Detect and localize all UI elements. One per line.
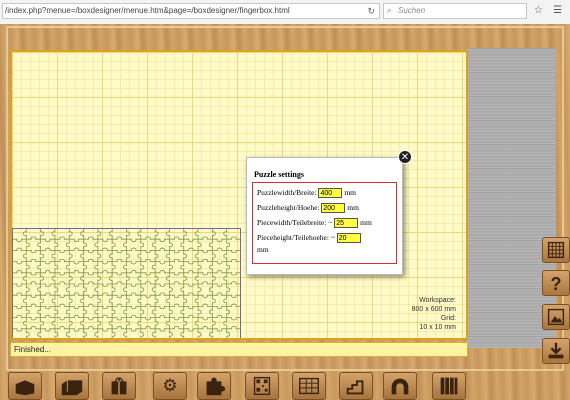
- status-bar: Finished...: [10, 342, 468, 357]
- gift-box-icon: [111, 377, 127, 395]
- arch-button[interactable]: [383, 372, 417, 400]
- puzzle-width-row: Puzzlewidth/Breite: 400 mm: [257, 187, 356, 199]
- status-text: Finished...: [14, 345, 51, 354]
- workspace-label: Workspace:: [419, 297, 456, 304]
- puzzle-height-label: Puzzleheight/Hoehe:: [257, 203, 320, 212]
- puzzle-button[interactable]: [197, 372, 231, 400]
- gift-box-button[interactable]: [102, 372, 136, 400]
- address-bar[interactable]: /index.php?menue=/boxdesigner/menue.htm&…: [2, 3, 380, 19]
- image-icon: [547, 308, 565, 326]
- piece-width-label: Piecewidth/Teilebreite: ~: [257, 218, 333, 227]
- table-button[interactable]: [292, 372, 326, 400]
- search-input[interactable]: ⌕ Suchen: [383, 3, 527, 19]
- gear-icon: ⚙: [162, 376, 178, 395]
- books-icon: [440, 377, 458, 395]
- stairs-button[interactable]: [339, 372, 373, 400]
- books-button[interactable]: [432, 372, 466, 400]
- folded-box-button[interactable]: [55, 372, 89, 400]
- puzzle-width-unit: mm: [344, 188, 356, 197]
- piece-height-row: Pieceheight/Teilehoehe: ~ 20: [257, 232, 361, 244]
- open-box-icon: [15, 380, 35, 396]
- close-icon[interactable]: ✕: [398, 150, 412, 164]
- grid-size: 10 x 10 mm: [419, 324, 456, 331]
- qr-code-icon: [253, 376, 271, 396]
- help-icon: ?: [550, 274, 562, 294]
- browser-toolbar: /index.php?menue=/boxdesigner/menue.htm&…: [0, 0, 570, 25]
- grid-label: Grid:: [440, 315, 456, 322]
- puzzle-icon: [206, 377, 226, 396]
- settings-form: Puzzlewidth/Breite: 400 mm Puzzleheight/…: [252, 182, 397, 264]
- table-icon: [299, 377, 319, 395]
- download-icon: [548, 342, 564, 359]
- open-box-button[interactable]: [8, 372, 42, 400]
- stairs-icon: [346, 380, 364, 395]
- grid-button[interactable]: [542, 237, 570, 263]
- metal-panel: [466, 48, 556, 348]
- puzzle-preview: [12, 228, 241, 338]
- puzzle-width-input[interactable]: 400: [318, 188, 343, 199]
- search-placeholder: Suchen: [398, 6, 426, 15]
- puzzle-settings-dialog: Puzzle settings Puzzlewidth/Breite: 400 …: [246, 157, 403, 275]
- piece-height-unit: mm: [257, 245, 269, 254]
- puzzle-height-input[interactable]: 200: [321, 203, 346, 214]
- workspace-size: 800 x 600 mm: [411, 306, 456, 313]
- address-bar-text: /index.php?menue=/boxdesigner/menue.htm&…: [5, 6, 290, 15]
- search-icon: ⌕: [387, 6, 392, 15]
- puzzle-height-unit: mm: [347, 203, 359, 212]
- dialog-title: Puzzle settings: [254, 170, 304, 179]
- piece-width-input[interactable]: 25: [334, 218, 359, 229]
- piece-width-row: Piecewidth/Teilebreite: ~ 25 mm: [257, 217, 372, 229]
- reload-icon[interactable]: ↻: [367, 4, 375, 18]
- image-button[interactable]: [542, 304, 570, 330]
- gear-button[interactable]: ⚙: [153, 372, 187, 400]
- piece-height-unit-row: mm: [257, 244, 269, 256]
- qr-code-button[interactable]: [245, 372, 279, 400]
- download-button[interactable]: [542, 338, 570, 364]
- puzzle-height-row: Puzzleheight/Hoehe: 200 mm: [257, 202, 359, 214]
- workspace-info: Workspace: 800 x 600 mm Grid: 10 x 10 mm: [412, 296, 456, 332]
- piece-height-input[interactable]: 20: [336, 233, 361, 244]
- arch-icon: [391, 378, 409, 395]
- puzzle-width-label: Puzzlewidth/Breite:: [257, 188, 317, 197]
- piece-height-label: Pieceheight/Teilehoehe: ~: [257, 233, 335, 242]
- folded-box-icon: [61, 380, 83, 396]
- grid-icon: [547, 241, 565, 259]
- help-button[interactable]: ?: [542, 270, 570, 296]
- reading-list-icon[interactable]: ☰: [553, 4, 562, 18]
- puzzle-cut-lines: [12, 228, 241, 338]
- bookmark-star-icon[interactable]: ☆: [534, 4, 543, 18]
- piece-width-unit: mm: [360, 218, 372, 227]
